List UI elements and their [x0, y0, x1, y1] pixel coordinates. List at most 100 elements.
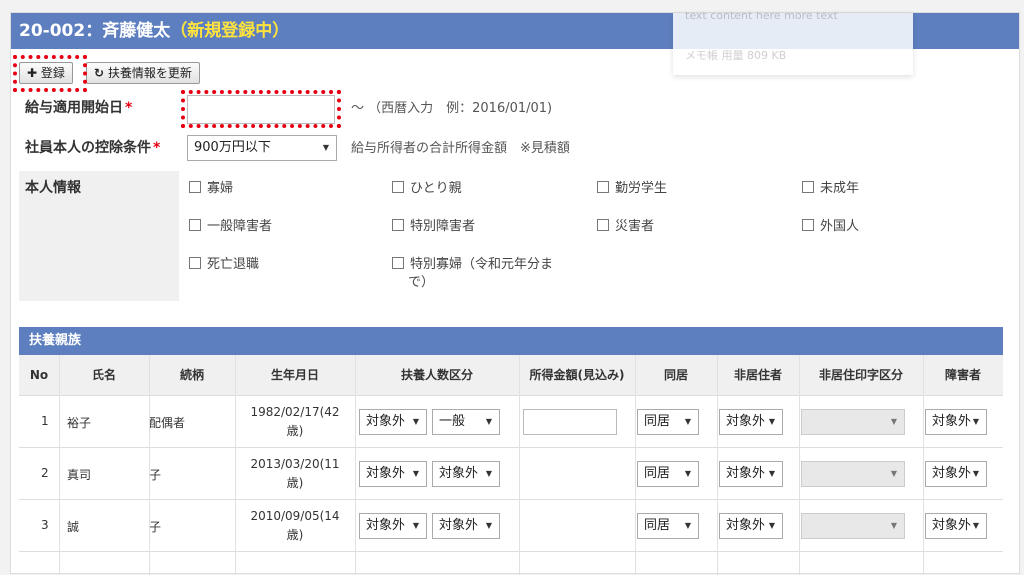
checkbox-icon	[597, 181, 609, 193]
checkbox-icon	[189, 257, 201, 269]
start-date-label-text: 給与適用開始日	[25, 100, 123, 116]
table-row: 1 裕子 配偶者 1982/02/17(42 歳) 対象外 ▼ 一般 ▼ 同居 ▼ 対…	[19, 396, 1003, 448]
checkbox-label: 災害者	[615, 219, 655, 234]
chevron-down-icon: ▼	[972, 417, 979, 426]
checkbox-icon	[802, 219, 814, 231]
select-value: 対象外	[439, 466, 479, 481]
col-nonresident: 非居住者	[733, 368, 782, 382]
row-no: 3	[41, 518, 49, 532]
select-value: 対象外	[366, 466, 406, 481]
cohabit-select[interactable]: 同居 ▼	[637, 513, 699, 539]
chevron-down-icon: ▼	[684, 521, 691, 530]
chevron-down-icon: ▼	[412, 417, 419, 426]
refresh-dependents-button[interactable]: ↻ 扶養情報を更新	[86, 62, 200, 84]
checkbox-working-student[interactable]: 勤労学生	[597, 177, 667, 196]
checkbox-label: 勤労学生	[615, 181, 668, 196]
nonresident-select[interactable]: 対象外 ▼	[719, 461, 783, 487]
chevron-down-icon: ▼	[322, 143, 329, 152]
select-value: 対象外	[366, 518, 406, 533]
register-highlight	[13, 55, 87, 92]
checkbox-label: 一般障害者	[207, 219, 273, 234]
required-mark: *	[125, 100, 133, 116]
deduction-label-text: 社員本人の控除条件	[25, 140, 151, 156]
checkbox-death-retirement[interactable]: 死亡退職	[189, 253, 259, 272]
select-value: 対象外	[932, 414, 972, 429]
col-no: No	[29, 368, 49, 382]
select-value: 同居	[644, 414, 671, 429]
chevron-down-icon: ▼	[485, 469, 492, 478]
personal-info-label: 本人情報	[25, 180, 81, 196]
col-relation: 続柄	[179, 368, 204, 382]
dependent-type-select[interactable]: 一般 ▼	[432, 409, 500, 435]
col-name: 氏名	[91, 368, 116, 382]
chevron-down-icon: ▼	[684, 417, 691, 426]
nonresident-select[interactable]: 対象外 ▼	[719, 409, 783, 435]
row-age: 歳)	[286, 528, 304, 542]
checkbox-widow[interactable]: 寡婦	[189, 177, 233, 196]
disabled-select[interactable]: 対象外 ▼	[925, 409, 987, 435]
row-no: 2	[41, 466, 49, 480]
column-divider	[149, 355, 150, 575]
checkbox-special-widow[interactable]: 特別寡婦（令和元年分ま	[392, 253, 553, 272]
checkbox-foreigner[interactable]: 外国人	[802, 215, 859, 234]
employee-code-name: 20-002：斉藤健太	[19, 21, 171, 41]
nonresident-print-select: ▼	[801, 409, 905, 435]
row-name: 誠	[67, 520, 80, 534]
column-divider	[235, 355, 236, 575]
cohabit-select[interactable]: 同居 ▼	[637, 409, 699, 435]
disabled-select[interactable]: 対象外 ▼	[925, 461, 987, 487]
start-date-label: 給与適用開始日 *	[25, 97, 132, 117]
dependent-class-select[interactable]: 対象外 ▼	[359, 513, 427, 539]
checkbox-special-disabled[interactable]: 特別障害者	[392, 215, 475, 234]
checkbox-icon	[189, 181, 201, 193]
start-date-highlight	[181, 90, 341, 128]
deduction-select[interactable]: 900万円以下 ▼	[187, 135, 337, 161]
column-divider	[519, 355, 520, 575]
row-birth: 2013/03/20(11	[250, 457, 340, 471]
checkbox-icon	[597, 219, 609, 231]
checkbox-icon	[392, 257, 404, 269]
select-value: 対象外	[726, 518, 766, 533]
row-relation: 子	[149, 468, 162, 482]
dependents-section-title: 扶養親族	[19, 327, 1003, 355]
checkbox-icon	[392, 219, 404, 231]
refresh-button-label: 扶養情報を更新	[107, 66, 192, 80]
refresh-icon: ↻	[94, 66, 105, 80]
dependent-class-select[interactable]: 対象外 ▼	[359, 409, 427, 435]
dependent-type-select[interactable]: 対象外 ▼	[432, 513, 500, 539]
checkbox-disaster-victim[interactable]: 災害者	[597, 215, 654, 234]
dependent-type-select[interactable]: 対象外 ▼	[432, 461, 500, 487]
column-divider	[717, 355, 718, 575]
select-value: 対象外	[726, 466, 766, 481]
row-relation: 配偶者	[149, 416, 186, 430]
row-relation: 子	[149, 520, 162, 534]
checkbox-label: 特別寡婦（令和元年分ま	[410, 257, 554, 272]
chevron-down-icon: ▼	[684, 469, 691, 478]
deduction-label: 社員本人の控除条件 *	[25, 137, 160, 157]
chevron-down-icon: ▼	[890, 469, 897, 478]
col-income: 所得金額(見込み)	[529, 368, 625, 382]
checkbox-single-parent[interactable]: ひとり親	[392, 177, 462, 196]
select-value: 同居	[644, 518, 671, 533]
chevron-down-icon: ▼	[768, 417, 775, 426]
required-mark: *	[153, 140, 161, 156]
select-value: 一般	[439, 414, 466, 429]
checkbox-general-disabled[interactable]: 一般障害者	[189, 215, 272, 234]
checkbox-label: ひとり親	[410, 181, 462, 196]
chevron-down-icon: ▼	[485, 417, 492, 426]
column-divider	[799, 355, 800, 575]
chevron-down-icon: ▼	[768, 469, 775, 478]
col-disabled: 障害者	[944, 368, 981, 382]
chevron-down-icon: ▼	[890, 521, 897, 530]
select-value: 同居	[644, 466, 671, 481]
status-label: （新規登録中）	[170, 21, 290, 41]
nonresident-select[interactable]: 対象外 ▼	[719, 513, 783, 539]
cohabit-select[interactable]: 同居 ▼	[637, 461, 699, 487]
deduction-selected: 900万円以下	[194, 140, 271, 155]
disabled-select[interactable]: 対象外 ▼	[925, 513, 987, 539]
income-input[interactable]	[523, 409, 617, 435]
chevron-down-icon: ▼	[412, 469, 419, 478]
checkbox-minor[interactable]: 未成年	[802, 177, 859, 196]
row-name: 真司	[67, 468, 92, 482]
dependent-class-select[interactable]: 対象外 ▼	[359, 461, 427, 487]
